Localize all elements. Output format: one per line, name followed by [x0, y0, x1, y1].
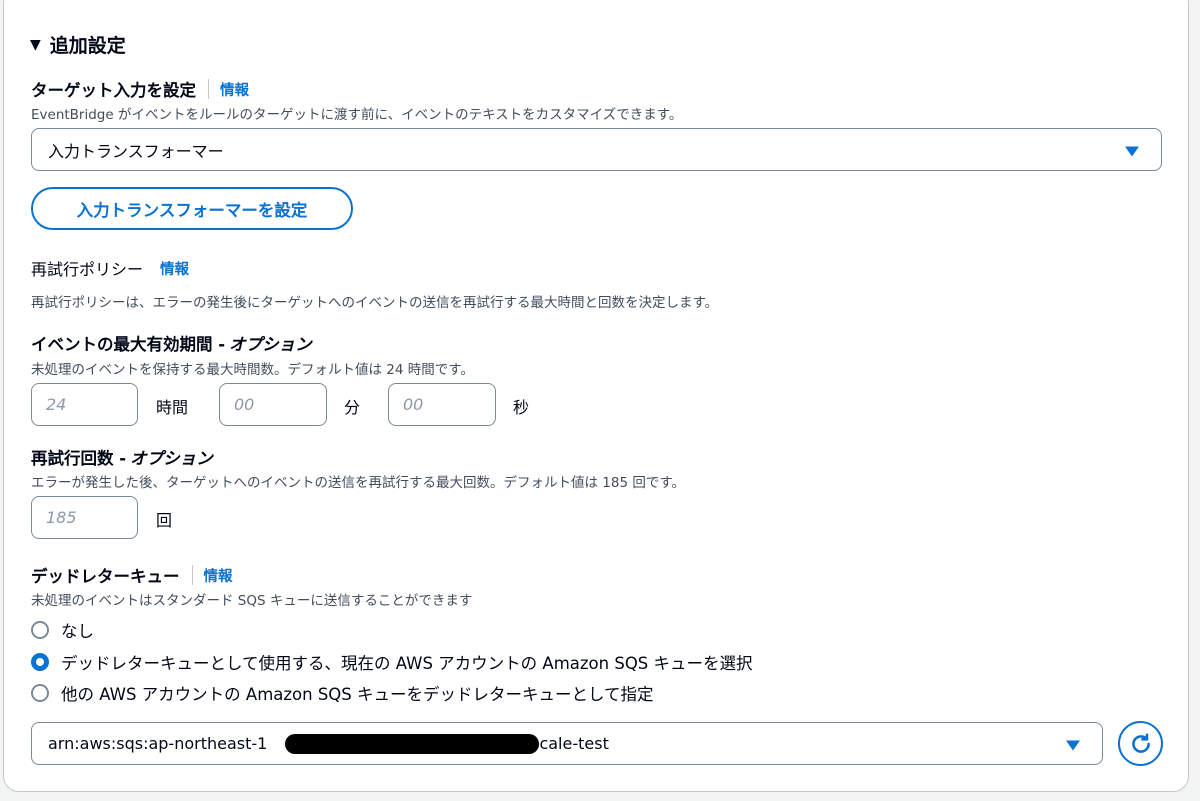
hours-unit: 時間 — [156, 398, 189, 417]
radio-button[interactable] — [31, 621, 49, 639]
retry-attempts-description: エラーが発生した後、ターゲットへのイベントの送信を再試行する最大回数。デフォルト… — [31, 475, 685, 491]
retry-attempts-label-row: 再試行回数 - オプション — [31, 445, 213, 469]
retry-policy-description: 再試行ポリシーは、エラーの発生後にターゲットへのイベントの送信を再試行する最大時… — [31, 295, 719, 311]
queue-arn-prefix: arn:aws:sqs:ap-northeast-1 — [48, 734, 268, 753]
radio-button-selected[interactable] — [31, 653, 49, 671]
dropdown-arrow-icon — [1125, 146, 1139, 156]
seconds-unit: 秒 — [513, 398, 530, 417]
target-input-label-row: ターゲット入力を設定 情報 — [31, 77, 249, 101]
additional-settings-title: 追加設定 — [49, 35, 126, 57]
max-age-minutes-input[interactable] — [219, 383, 327, 426]
max-age-label-row: イベントの最大有効期間 - オプション — [31, 331, 312, 355]
radio-button[interactable] — [31, 684, 49, 702]
target-input-select[interactable]: 入力トランスフォーマー — [31, 128, 1162, 171]
target-input-select-value: 入力トランスフォーマー — [48, 141, 224, 161]
dead-letter-label: デッドレターキュー — [31, 567, 180, 586]
max-age-optional: オプション — [229, 335, 312, 354]
dead-letter-info-link[interactable]: 情報 — [204, 565, 233, 586]
target-input-label: ターゲット入力を設定 — [31, 81, 196, 100]
divider — [191, 565, 193, 585]
dead-letter-option-current-account[interactable]: デッドレターキューとして使用する、現在の AWS アカウントの Amazon S… — [31, 650, 753, 674]
retry-attempts-unit: 回 — [156, 511, 173, 530]
redaction-bar — [285, 734, 539, 754]
minutes-unit: 分 — [344, 398, 361, 417]
refresh-button[interactable] — [1118, 721, 1163, 766]
caret-down-icon: ▼ — [30, 36, 41, 53]
retry-policy-label-row: 再試行ポリシー 情報 — [31, 256, 189, 280]
radio-label: デッドレターキューとして使用する、現在の AWS アカウントの Amazon S… — [61, 654, 753, 673]
refresh-icon — [1131, 732, 1150, 753]
configure-input-transformer-button[interactable]: 入力トランスフォーマーを設定 — [31, 187, 353, 230]
dead-letter-option-other-account[interactable]: 他の AWS アカウントの Amazon SQS キューをデッドレターキューとし… — [31, 681, 654, 705]
max-age-description: 未処理のイベントを保持する最大時間数。デフォルト値は 24 時間です。 — [31, 362, 474, 378]
radio-label: なし — [61, 622, 94, 641]
target-input-info-link[interactable]: 情報 — [220, 79, 249, 100]
dead-letter-queue-select[interactable]: arn:aws:sqs:ap-northeast-1 -scale-test — [31, 722, 1103, 765]
max-age-seconds-input[interactable] — [388, 383, 496, 426]
radio-label: 他の AWS アカウントの Amazon SQS キューをデッドレターキューとし… — [61, 685, 654, 704]
dead-letter-label-row: デッドレターキュー 情報 — [31, 563, 233, 587]
max-age-label: イベントの最大有効期間 - — [31, 335, 226, 354]
dead-letter-option-none[interactable]: なし — [31, 618, 94, 642]
dead-letter-description: 未処理のイベントはスタンダード SQS キューに送信することができます — [31, 593, 473, 609]
retry-policy-info-link[interactable]: 情報 — [160, 258, 189, 279]
retry-attempts-label: 再試行回数 - — [31, 449, 127, 468]
retry-policy-label: 再試行ポリシー — [31, 260, 144, 279]
retry-attempts-input[interactable] — [31, 496, 138, 539]
divider — [208, 79, 209, 99]
target-input-description: EventBridge がイベントをルールのターゲットに渡す前に、イベントのテキ… — [31, 107, 683, 123]
dropdown-arrow-icon — [1066, 740, 1080, 750]
retry-attempts-optional: オプション — [130, 449, 213, 468]
additional-settings-header[interactable]: ▼ 追加設定 — [30, 31, 126, 58]
max-age-hours-input[interactable] — [31, 383, 138, 426]
